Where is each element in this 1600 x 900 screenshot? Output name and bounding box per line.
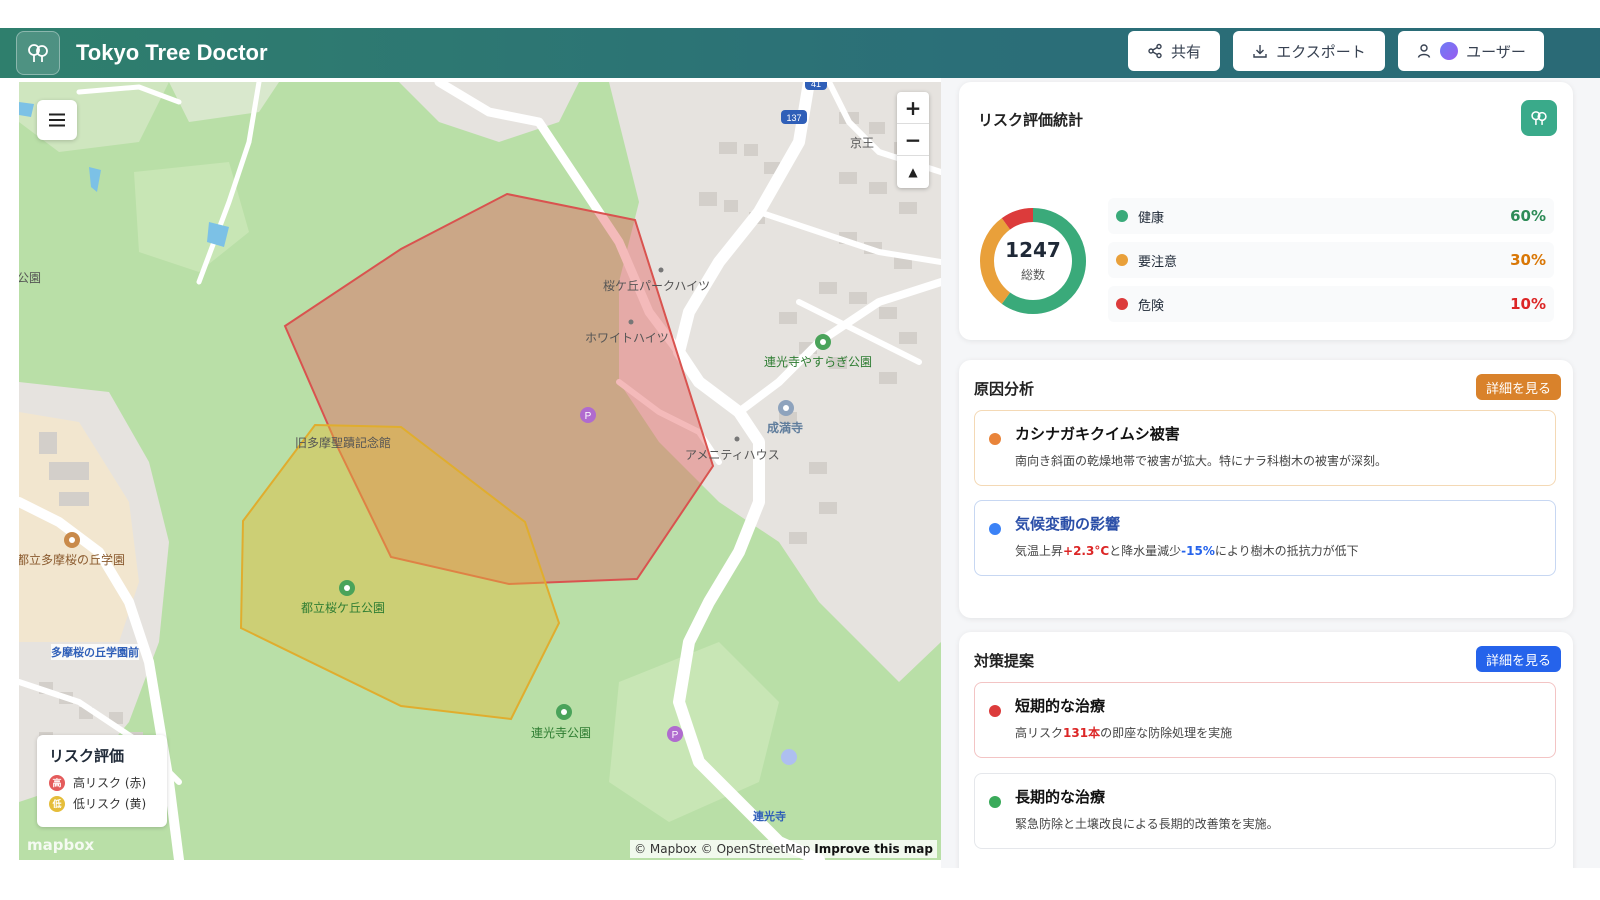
cause-item-beetle[interactable]: カシナガキクイムシ被害 南向き斜面の乾燥地帯で被害が拡大。特にナラ科樹木の被害が…	[974, 410, 1556, 486]
cause-desc-beetle: 南向き斜面の乾燥地帯で被害が拡大。特にナラ科樹木の被害が深刻。	[1015, 454, 1388, 468]
avatar	[1440, 42, 1459, 60]
map-label-amenity-house: アメニティハウス	[685, 448, 780, 462]
legend-high-label: 高リスク (赤)	[73, 776, 147, 790]
beetle-dot	[989, 433, 1001, 445]
low-risk-badge: 低	[49, 795, 65, 812]
legend-low-risk: 低 低リスク (黄)	[49, 795, 155, 812]
high-risk-badge: 高	[49, 774, 65, 791]
improve-map-link[interactable]: Improve this map	[814, 842, 933, 856]
hamburger-icon	[49, 113, 65, 127]
measure-desc-short: 高リスク131本の即座な防除処理を実施	[1015, 726, 1233, 740]
app-title: Tokyo Tree Doctor	[76, 40, 268, 65]
export-label: エクスポート	[1276, 42, 1366, 61]
measures-title: 対策提案	[974, 652, 1035, 670]
svg-text:P: P	[672, 730, 679, 741]
map-label-park-left: 公園	[19, 271, 42, 285]
bottom-strip	[0, 868, 1600, 900]
caution-label: 要注意	[1138, 254, 1178, 270]
caution-dot	[1116, 254, 1128, 266]
parking-pin-icon: P	[580, 407, 596, 423]
short-term-dot	[989, 705, 1001, 717]
share-icon	[1148, 43, 1162, 59]
map-label-jomanji: 成満寺	[767, 421, 804, 435]
measure-title-long: 長期的な治療	[1015, 788, 1106, 806]
map-label-toritsu-sakuragaoka-park: 都立桜ケ丘公園	[301, 601, 386, 615]
map-label-sakuragaoka-heights: 桜ケ丘パークハイツ	[603, 279, 711, 293]
user-label: ユーザー	[1466, 42, 1526, 61]
map-label-renkoji-park: 連光寺公園	[531, 726, 592, 740]
attribution-mapbox[interactable]: © Mapbox	[634, 842, 697, 856]
donut-slice-2	[1001, 208, 1034, 230]
cause-desc-climate: 気温上昇+2.3°Cと降水量減少-15%により樹木の抵抗力が低下	[1015, 544, 1359, 558]
stat-row-danger: 危険 10%	[1108, 286, 1554, 322]
route-41-label: 41	[811, 82, 821, 89]
danger-dot	[1116, 298, 1128, 310]
map-label-kyuutama: 旧多摩聖蹟記念館	[295, 436, 392, 450]
temple-pin-icon	[778, 400, 794, 416]
long-term-dot	[989, 796, 1001, 808]
mapbox-logo: mapbox	[27, 836, 95, 854]
route-137-label: 137	[786, 113, 801, 123]
healthy-pct: 60%	[1510, 207, 1546, 225]
measures-card	[959, 632, 1573, 900]
legend-title: リスク評価	[49, 747, 125, 765]
causes-title: 原因分析	[974, 380, 1035, 398]
healthy-dot	[1116, 210, 1128, 222]
user-icon	[1417, 44, 1431, 58]
legend-low-label: 低リスク (黄)	[73, 797, 147, 811]
park-pin-icon	[815, 334, 831, 350]
attribution-osm[interactable]: © OpenStreetMap	[701, 842, 811, 856]
zoom-out-button[interactable]: −	[897, 124, 929, 156]
user-menu-button[interactable]: ユーザー	[1398, 31, 1544, 71]
share-label: 共有	[1170, 42, 1201, 61]
cause-title-beetle: カシナガキクイムシ被害	[1015, 425, 1180, 443]
cause-item-climate[interactable]: 気候変動の影響 気温上昇+2.3°Cと降水量減少-15%により樹木の抵抗力が低下	[974, 500, 1556, 576]
measure-item-short-term[interactable]: 短期的な治療 高リスク131本の即座な防除処理を実施	[974, 682, 1556, 758]
measure-desc-long: 緊急防除と土壌改良による長期的改善策を実施。	[1015, 817, 1279, 831]
app-header: Tokyo Tree Doctor 共有 エクスポート ユーザー	[0, 28, 1600, 78]
danger-pct: 10%	[1510, 295, 1546, 313]
map-attribution: © Mapbox © OpenStreetMap Improve this ma…	[630, 840, 937, 858]
download-icon	[1253, 45, 1267, 58]
park-pin-icon	[339, 580, 355, 596]
map-label-keio: 京王	[850, 136, 875, 150]
tree-stats-icon[interactable]	[1521, 100, 1557, 136]
stat-row-healthy: 健康 60%	[1108, 198, 1554, 234]
parking-pin-icon: P	[667, 726, 683, 742]
climate-dot	[989, 523, 1001, 535]
map-label-renkoji: 連光寺	[753, 810, 786, 823]
map-view[interactable]: 137 41 P P 桜ケ丘パークハイツ ホワイトハイツ 連光寺やすらぎ公園 成…	[19, 82, 941, 860]
tree-logo-icon[interactable]	[16, 31, 60, 75]
map-label-white-heights: ホワイトハイツ	[585, 331, 669, 345]
measures-detail-button[interactable]: 詳細を見る	[1476, 646, 1562, 672]
zoom-control: + − ▲	[897, 92, 929, 188]
map-menu-button[interactable]	[37, 100, 77, 140]
cause-title-climate: 気候変動の影響	[1015, 515, 1121, 533]
total-count: 1247	[1005, 238, 1061, 262]
map-label-bus-stop: 多摩桜の丘学園前	[51, 644, 139, 660]
window-top-strip	[0, 0, 1600, 28]
total-label: 総数	[1020, 268, 1045, 282]
risk-legend: リスク評価 高 高リスク (赤) 低 低リスク (黄)	[37, 735, 167, 827]
compass-button[interactable]: ▲	[897, 156, 929, 188]
measure-title-short: 短期的な治療	[1015, 697, 1106, 715]
measure-item-long-term[interactable]: 長期的な治療 緊急防除と土壌改良による長期的改善策を実施。	[974, 773, 1556, 849]
zoom-in-button[interactable]: +	[897, 92, 929, 124]
healthy-label: 健康	[1138, 210, 1165, 226]
legend-high-risk: 高 高リスク (赤)	[49, 774, 155, 791]
school-pin-icon	[64, 532, 80, 548]
svg-text:P: P	[585, 411, 592, 422]
share-button[interactable]: 共有	[1128, 31, 1220, 71]
causes-detail-button[interactable]: 詳細を見る	[1476, 374, 1562, 400]
park-pin-icon	[556, 704, 572, 720]
danger-label: 危険	[1138, 298, 1165, 314]
map-label-toritsu-tama-school: 都立多摩桜の丘学園	[19, 553, 126, 567]
stats-title: リスク評価統計	[978, 111, 1084, 129]
caution-pct: 30%	[1510, 251, 1546, 269]
export-button[interactable]: エクスポート	[1233, 31, 1385, 71]
stat-row-caution: 要注意 30%	[1108, 242, 1554, 278]
map-label-renkoji-yasuragi: 連光寺やすらぎ公園	[764, 355, 873, 369]
